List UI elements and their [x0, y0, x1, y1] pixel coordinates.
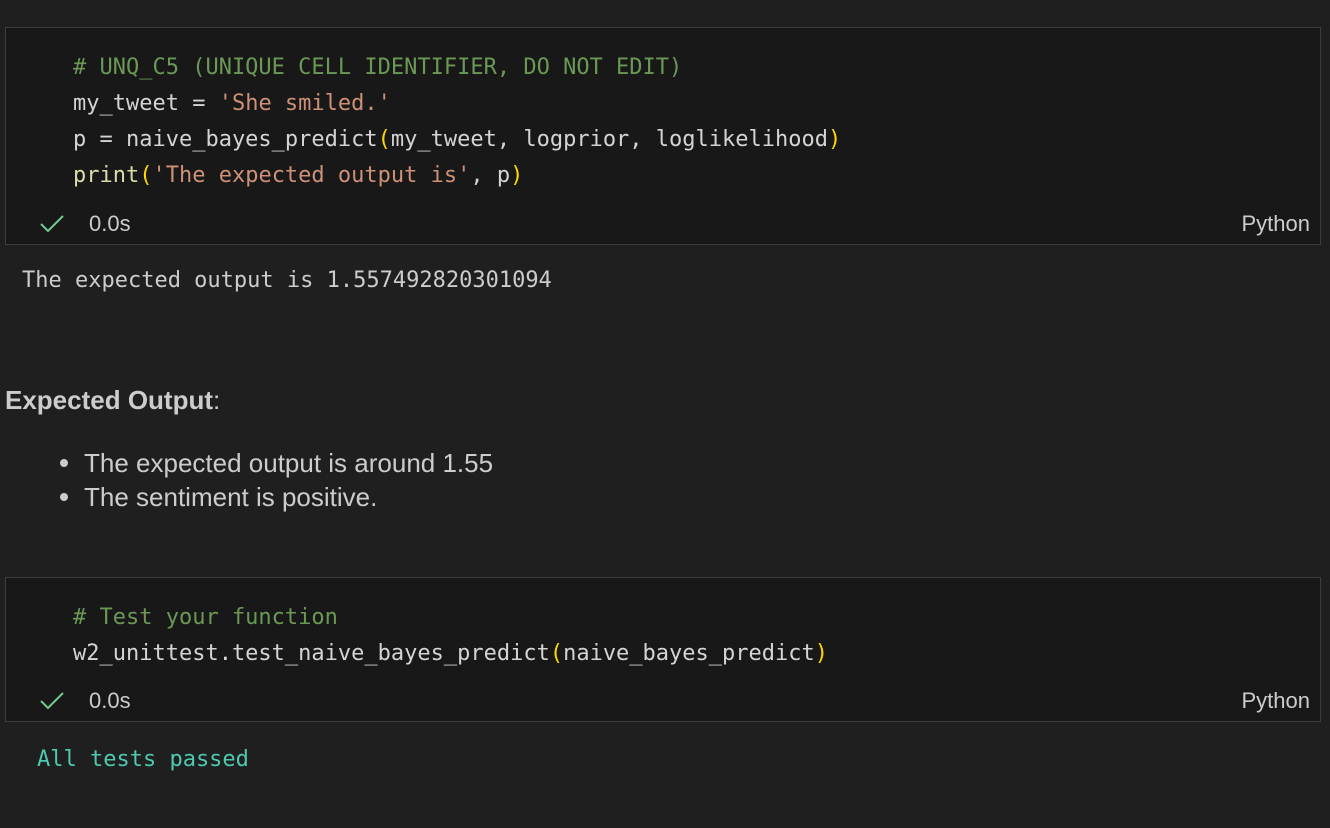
code-token-paren: ) [827, 127, 842, 152]
code-line: # Test your function [73, 600, 828, 636]
code-editor[interactable]: # UNQ_C5 (UNIQUE CELL IDENTIFIER, DO NOT… [73, 50, 841, 194]
code-line: w2_unittest.test_naive_bayes_predict(nai… [73, 636, 828, 672]
code-token-func: print [73, 163, 140, 188]
code-token-plain: naive_bayes_predict [563, 641, 815, 666]
code-token-plain: w2_unittest.test_naive_bayes_predict [73, 641, 550, 666]
code-line: my_tweet = 'She smiled.' [73, 86, 841, 122]
code-cell-1[interactable]: # UNQ_C5 (UNIQUE CELL IDENTIFIER, DO NOT… [5, 27, 1321, 245]
heading-suffix: : [213, 385, 221, 415]
code-cell-2[interactable]: # Test your function w2_unittest.test_nai… [5, 577, 1321, 722]
language-selector[interactable]: Python [1242, 211, 1311, 237]
check-icon[interactable] [38, 212, 66, 236]
cell-output: The expected output is 1.557492820301094 [22, 268, 552, 293]
language-selector[interactable]: Python [1242, 688, 1311, 714]
execution-time: 0.0s [89, 688, 131, 713]
execution-time: 0.0s [89, 211, 131, 236]
code-token-paren: ( [377, 127, 391, 152]
code-token-paren: ( [139, 163, 153, 188]
code-token-string: 'She smiled.' [218, 91, 391, 116]
code-token-string: 'The expected output is' [152, 163, 471, 188]
code-token-paren: ) [510, 163, 524, 188]
list-item: The sentiment is positive. [59, 480, 493, 514]
code-line: # UNQ_C5 (UNIQUE CELL IDENTIFIER, DO NOT… [73, 50, 841, 86]
code-token-paren: ( [549, 641, 564, 666]
code-token-comment: # UNQ_C5 (UNIQUE CELL IDENTIFIER, DO NOT… [73, 55, 683, 80]
list-item: The expected output is around 1.55 [59, 448, 494, 478]
cell-status-bar: 0.0s Python [6, 681, 1320, 721]
code-line: print('The expected output is', p) [73, 158, 841, 194]
code-token-comment: # Test your function [73, 605, 338, 630]
code-token-plain: my_tweet = [73, 91, 219, 116]
code-token-paren: ) [814, 641, 828, 666]
heading-bold-text: Expected Output [5, 385, 214, 415]
code-line: p = naive_bayes_predict(my_tweet, logpri… [73, 122, 841, 158]
code-token-plain: , p [470, 163, 511, 188]
cell-status-bar: 0.0s Python [6, 204, 1320, 244]
code-token-plain: p = naive_bayes_predict [73, 127, 378, 152]
check-icon[interactable] [38, 689, 66, 713]
test-result-output: All tests passed [37, 747, 249, 772]
markdown-heading: Expected Output: [5, 382, 220, 418]
code-editor[interactable]: # Test your function w2_unittest.test_nai… [73, 600, 828, 672]
expected-output-list: The expected output is around 1.55 The s… [59, 446, 494, 514]
code-token-plain: my_tweet, logprior, loglikelihood [390, 127, 828, 152]
